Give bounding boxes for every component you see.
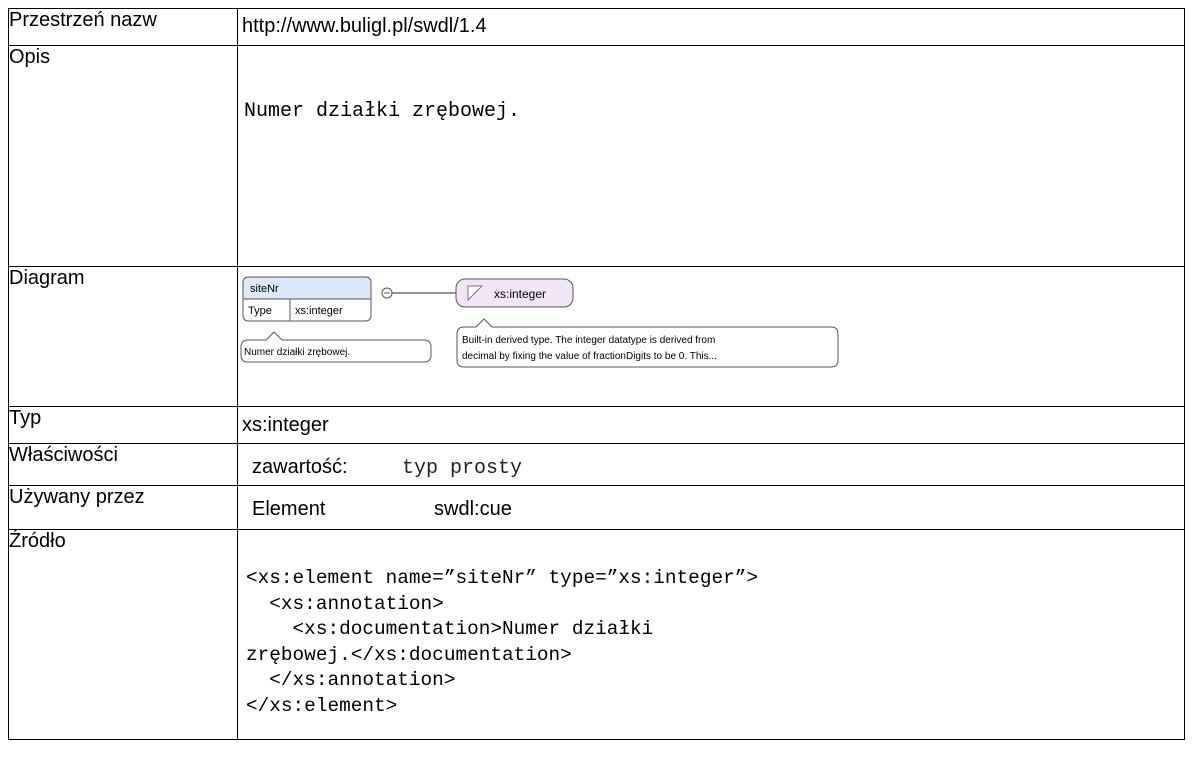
property-key: zawartość: xyxy=(252,456,348,478)
element-doc-table: Przestrzeń nazw http://www.buligl.pl/swd… xyxy=(8,8,1185,740)
simple-type-doc-line2: decimal by fixing the value of fractionD… xyxy=(462,351,717,362)
simple-type-doc-line1: Built-in derived type. The integer datat… xyxy=(462,335,715,346)
simple-type-doc-callout: Built-in derived type. The integer datat… xyxy=(456,318,839,368)
properties-entry: zawartość: typ prosty xyxy=(239,445,1184,480)
description-label: Opis xyxy=(8,45,238,267)
element-name: siteNr xyxy=(250,283,279,295)
description-value: Numer działki zrębowej. xyxy=(244,100,521,123)
simple-type-name: xs:integer xyxy=(494,287,546,301)
description-row: Opis Numer działki zrębowej. xyxy=(8,45,1185,267)
documentation-page: Przestrzeń nazw http://www.buligl.pl/swd… xyxy=(8,8,1185,760)
schema-diagram: siteNr Type xs:integer xs:integer Numer … xyxy=(240,276,839,368)
diagram-cell: siteNr Type xs:integer xs:integer Numer … xyxy=(237,266,1185,407)
diagram-row: Diagram siteNr Type xs:integer xs:intege… xyxy=(8,266,1185,407)
element-type-key: Type xyxy=(248,305,272,317)
used-by-link[interactable]: swdl:cue xyxy=(434,498,512,521)
element-doc-callout: Numer działki zrębowej. xyxy=(240,331,432,363)
source-row: Źródło <xs:element name=”siteNr” type=”x… xyxy=(8,529,1185,740)
source-code: <xs:element name=”siteNr” type=”xs:integ… xyxy=(246,567,758,717)
properties-label: Właściwości xyxy=(8,443,238,486)
type-label: Typ xyxy=(8,406,238,444)
source-label: Źródło xyxy=(8,529,238,740)
used-by-label: Używany przez xyxy=(8,485,238,530)
namespace-row: Przestrzeń nazw http://www.buligl.pl/swd… xyxy=(8,8,1185,46)
used-by-row: Używany przez Element swdl:cue xyxy=(8,485,1185,530)
namespace-value: http://www.buligl.pl/swdl/1.4 xyxy=(242,15,487,37)
simple-type-box[interactable]: xs:integer xyxy=(455,278,574,308)
element-type-value: xs:integer xyxy=(295,305,343,317)
property-value: typ prosty xyxy=(402,457,523,480)
type-row: Typ xs:integer xyxy=(8,406,1185,444)
namespace-label: Przestrzeń nazw xyxy=(8,8,238,46)
properties-row: Właściwości zawartość: typ prosty xyxy=(8,443,1185,486)
type-value: xs:integer xyxy=(242,414,329,436)
element-box-siteNr[interactable]: siteNr Type xs:integer xyxy=(242,276,372,322)
diagram-label: Diagram xyxy=(8,266,238,407)
used-by-kind: Element xyxy=(252,498,326,520)
element-doc-text: Numer działki zrębowej. xyxy=(244,347,350,358)
used-by-entry: Element swdl:cue xyxy=(239,487,1184,522)
